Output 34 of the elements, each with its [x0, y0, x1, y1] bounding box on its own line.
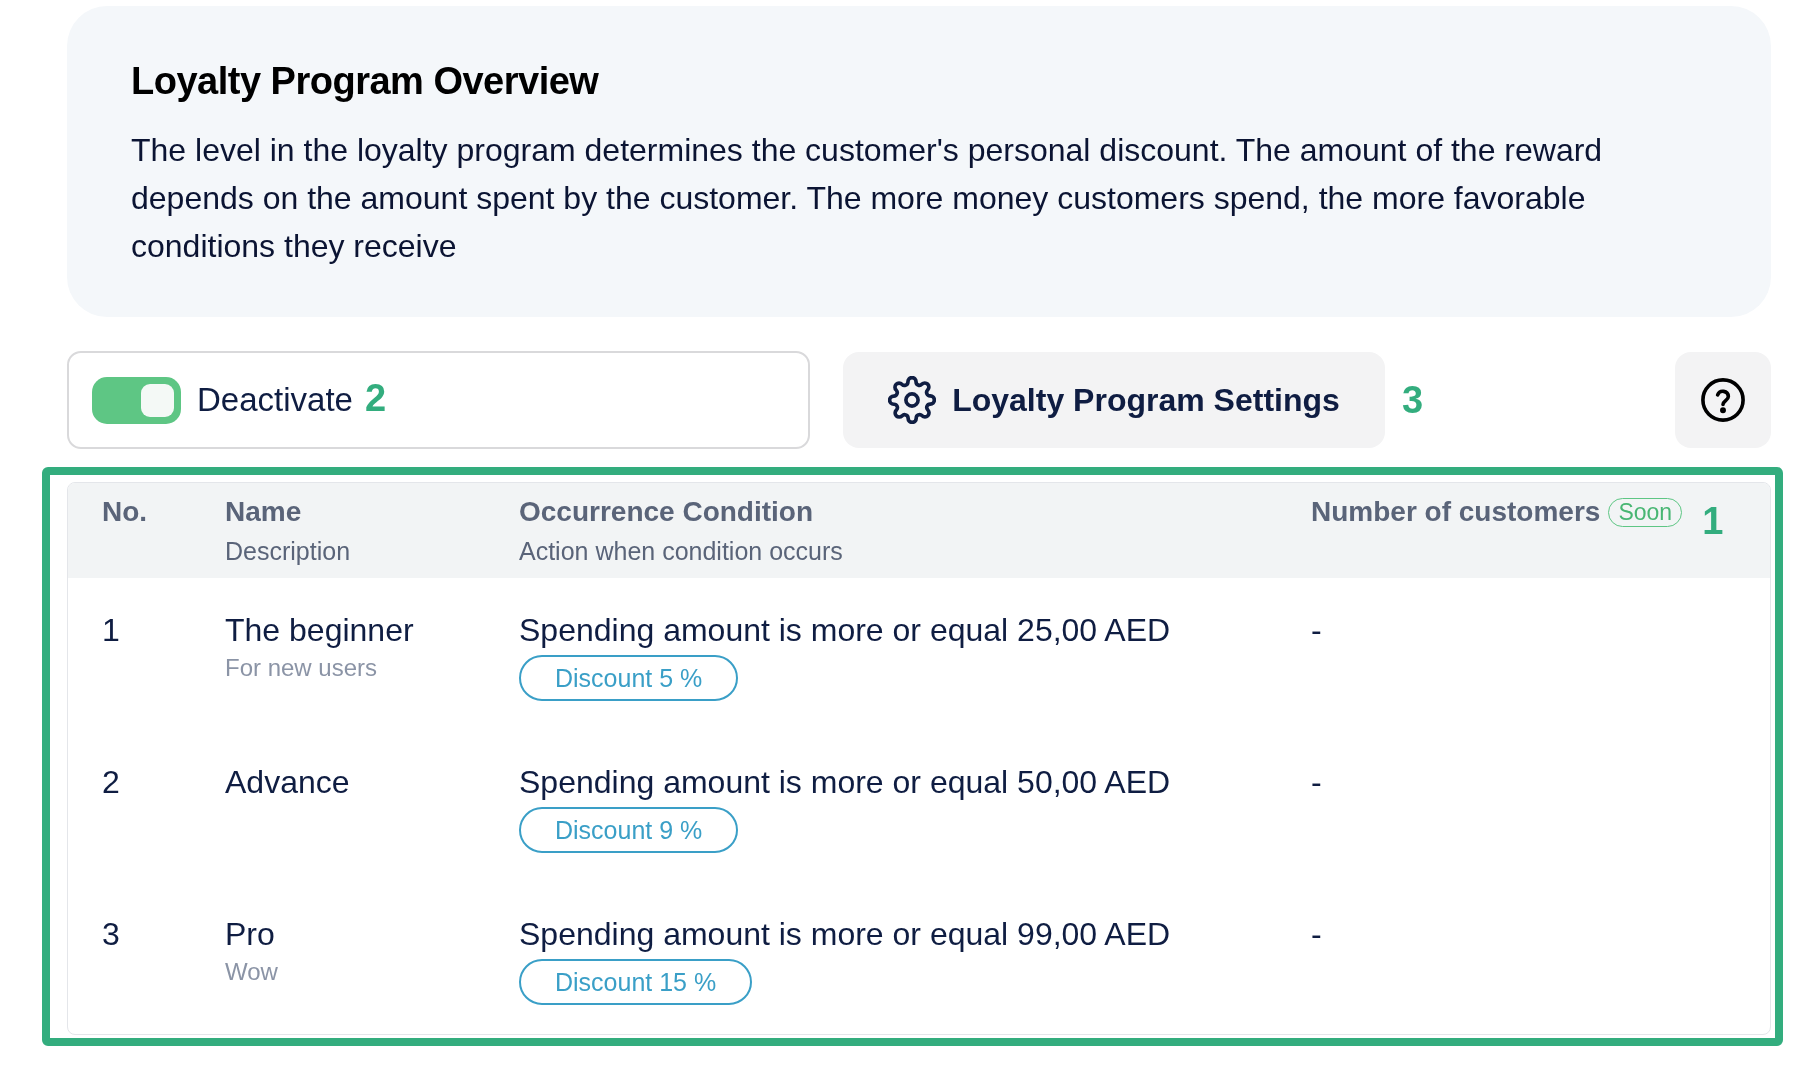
- condition-text: Spending amount is more or equal 99,00 AED: [519, 916, 1171, 952]
- column-header: Name: [225, 496, 302, 528]
- row-number: 3: [102, 916, 120, 952]
- row-number: 1: [102, 612, 120, 648]
- customers-count: -: [1311, 764, 1322, 800]
- column-subheader: Action when condition occurs: [519, 537, 844, 566]
- level-description: Wow: [225, 958, 278, 986]
- level-name: The beginner: [225, 612, 414, 648]
- settings-icon: [888, 376, 937, 424]
- customers-count: -: [1311, 612, 1322, 648]
- column-header: Number of customers: [1311, 496, 1601, 528]
- column-header: No.: [102, 496, 148, 528]
- column-subheader: Description: [225, 537, 352, 566]
- toggle-label: Deactivate: [197, 381, 353, 419]
- level-name: Pro: [225, 916, 275, 952]
- settings-button[interactable]: Loyalty Program Settings: [843, 352, 1385, 448]
- annotation-number: 3: [1402, 380, 1424, 420]
- toggle-switch[interactable]: [92, 376, 181, 424]
- condition-text: Spending amount is more or equal 25,00 AED: [519, 612, 1171, 648]
- overview-description: The level in the loyalty program determines the customer's personal discount. The amount of the reward depends on the amount spent by the customer. The more money customers spend, the more favorable conditions they receive: [131, 131, 1604, 266]
- level-name: Advance: [225, 764, 350, 800]
- customers-count: -: [1311, 916, 1322, 952]
- condition-text: Spending amount is more or equal 50,00 AED: [519, 764, 1171, 800]
- discount-badge: Discount 5 %: [519, 655, 739, 701]
- help-icon: [1701, 378, 1745, 422]
- column-header: Occurrence Condition: [519, 496, 814, 528]
- discount-badge: Discount 9 %: [519, 807, 739, 853]
- help-button[interactable]: [1675, 352, 1771, 448]
- row-number: 2: [102, 764, 120, 800]
- overview-title: Loyalty Program Overview: [131, 59, 599, 103]
- annotation-number: 1: [1702, 501, 1724, 541]
- annotation-number: 2: [364, 378, 387, 418]
- level-description: For new users: [225, 654, 378, 682]
- discount-badge: Discount 15 %: [519, 959, 753, 1005]
